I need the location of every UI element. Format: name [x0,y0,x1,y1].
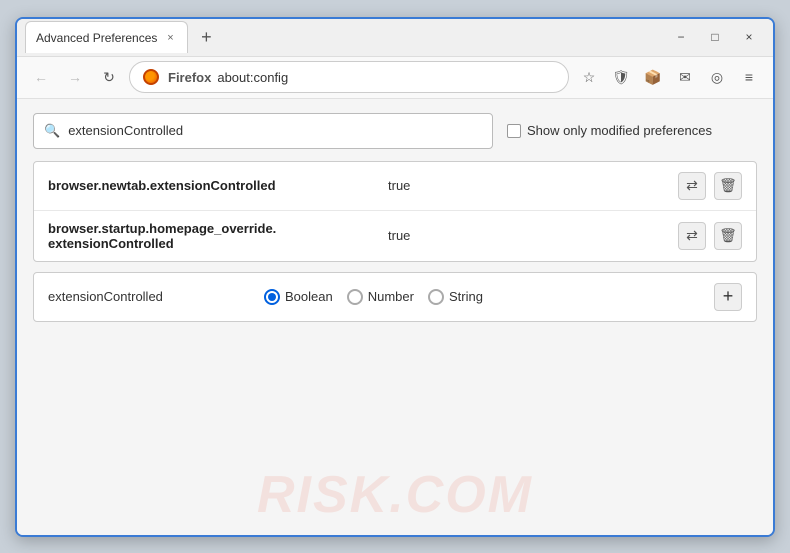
mail-icon[interactable]: ✉ [671,63,699,91]
tab-close-btn[interactable]: × [163,31,177,45]
url-text: about:config [217,70,288,85]
table-row: browser.newtab.extensionControlled true … [34,162,756,211]
account-icon[interactable]: ◎ [703,63,731,91]
toolbar-icons: ☆ 🛡 📦 ✉ ◎ ≡ [575,63,763,91]
show-modified-row: Show only modified preferences [507,123,712,138]
search-icon: 🔍 [44,123,60,139]
type-radio-group: Boolean Number String [264,289,698,305]
watermark: RISK.COM [257,465,533,525]
address-bar[interactable]: Firefox about:config [129,61,569,93]
add-preference-button[interactable]: + [714,283,742,311]
maximize-button[interactable]: □ [699,23,731,51]
table-row: browser.startup.homepage_override. exten… [34,211,756,261]
radio-string-outer [428,289,444,305]
radio-boolean[interactable]: Boolean [264,289,333,305]
radio-number[interactable]: Number [347,289,414,305]
radio-boolean-label: Boolean [285,289,333,304]
tab-title: Advanced Preferences [36,31,157,45]
toolbar: ← → ↻ Firefox about:config ☆ 🛡 📦 ✉ ◎ ≡ [17,57,773,99]
content-area: RISK.COM 🔍 extensionControlled Show only… [17,99,773,535]
extension-icon[interactable]: 📦 [639,63,667,91]
browser-tab[interactable]: Advanced Preferences × [25,21,188,53]
new-pref-name: extensionControlled [48,289,248,304]
new-preference-row: extensionControlled Boolean Number [33,272,757,322]
pref-actions-1: ⇄ 🗑 [678,172,742,200]
pref-actions-2: ⇄ 🗑 [678,222,742,250]
browser-name: Firefox [168,70,211,85]
shield-icon[interactable]: 🛡 [607,63,635,91]
search-box[interactable]: 🔍 extensionControlled [33,113,493,149]
title-bar: Advanced Preferences × + − □ × [17,19,773,57]
pref-name-1: browser.newtab.extensionControlled [48,178,388,193]
firefox-icon [142,68,160,86]
radio-boolean-inner [268,293,276,301]
preferences-table: browser.newtab.extensionControlled true … [33,161,757,262]
delete-btn-1[interactable]: 🗑 [714,172,742,200]
radio-number-outer [347,289,363,305]
minimize-button[interactable]: − [665,23,697,51]
window-controls: − □ × [665,23,765,51]
show-modified-checkbox[interactable] [507,124,521,138]
radio-boolean-outer [264,289,280,305]
back-button[interactable]: ← [27,63,55,91]
radio-string[interactable]: String [428,289,483,305]
pref-name-2-line2: extensionControlled [48,236,388,251]
forward-button[interactable]: → [61,63,89,91]
menu-icon[interactable]: ≡ [735,63,763,91]
search-input-value: extensionControlled [68,123,183,138]
address-text: Firefox about:config [168,70,288,85]
reset-btn-2[interactable]: ⇄ [678,222,706,250]
refresh-button[interactable]: ↻ [95,63,123,91]
show-modified-label: Show only modified preferences [527,123,712,138]
reset-btn-1[interactable]: ⇄ [678,172,706,200]
radio-number-label: Number [368,289,414,304]
radio-string-label: String [449,289,483,304]
bookmark-icon[interactable]: ☆ [575,63,603,91]
pref-name-2-line1: browser.startup.homepage_override. [48,221,388,236]
pref-name-2: browser.startup.homepage_override. exten… [48,221,388,251]
new-tab-button[interactable]: + [192,23,220,51]
close-button[interactable]: × [733,23,765,51]
search-row: 🔍 extensionControlled Show only modified… [33,113,757,149]
browser-window: Advanced Preferences × + − □ × ← → ↻ Fir… [15,17,775,537]
delete-btn-2[interactable]: 🗑 [714,222,742,250]
pref-value-2: true [388,228,678,243]
pref-value-1: true [388,178,678,193]
